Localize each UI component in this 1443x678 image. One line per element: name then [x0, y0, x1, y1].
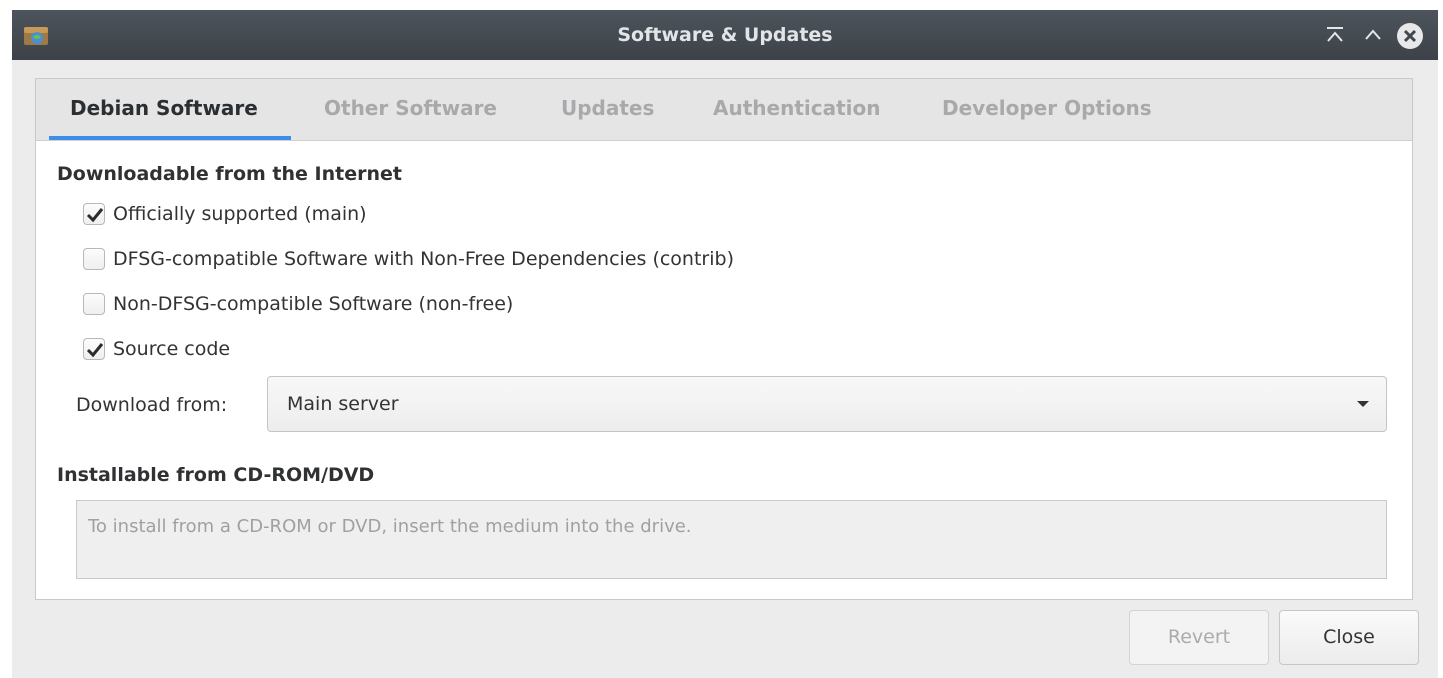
tab-debian-software[interactable]: Debian Software	[70, 96, 258, 120]
checkmark-icon	[86, 343, 104, 358]
source-code-label: Source code	[113, 338, 231, 360]
download-server-dropdown[interactable]: Main server	[267, 376, 1387, 432]
contrib-checkbox[interactable]	[83, 248, 105, 270]
active-tab-indicator	[49, 136, 291, 140]
cdrom-list: To install from a CD-ROM or DVD, insert …	[76, 500, 1387, 579]
tab-other-software[interactable]: Other Software	[324, 96, 497, 120]
contrib-label: DFSG-compatible Software with Non-Free D…	[113, 248, 734, 270]
non-free-checkbox[interactable]	[83, 293, 105, 315]
non-free-label: Non-DFSG-compatible Software (non-free)	[113, 293, 514, 315]
option-main[interactable]: Officially supported (main)	[83, 201, 367, 227]
download-from-label: Download from:	[76, 394, 228, 416]
cdrom-message: To install from a CD-ROM or DVD, insert …	[88, 516, 692, 537]
software-updates-window: Software & Updates Debian Software Other…	[12, 10, 1438, 678]
title-bar[interactable]: Software & Updates	[12, 10, 1438, 60]
main-checkbox[interactable]	[83, 203, 105, 225]
revert-button[interactable]: Revert	[1129, 610, 1269, 665]
maximize-icon[interactable]	[1360, 22, 1386, 48]
internet-section-heading: Downloadable from the Internet	[57, 163, 402, 185]
dropdown-arrow-icon	[1357, 401, 1369, 407]
close-window-icon[interactable]	[1396, 22, 1423, 49]
content-panel: Debian Software Other Software Updates A…	[35, 78, 1413, 600]
main-label: Officially supported (main)	[113, 203, 367, 225]
window-title: Software & Updates	[617, 24, 833, 46]
tab-bar: Debian Software Other Software Updates A…	[36, 79, 1412, 141]
download-server-value: Main server	[287, 393, 399, 415]
close-button[interactable]: Close	[1279, 610, 1419, 665]
checkmark-icon	[86, 208, 104, 223]
cdrom-section-heading: Installable from CD-ROM/DVD	[57, 464, 375, 486]
option-non-free[interactable]: Non-DFSG-compatible Software (non-free)	[83, 291, 513, 317]
tab-developer-options[interactable]: Developer Options	[942, 96, 1152, 120]
minimize-icon[interactable]	[1322, 22, 1348, 48]
tab-updates[interactable]: Updates	[561, 96, 654, 120]
source-code-checkbox[interactable]	[83, 338, 105, 360]
tab-authentication[interactable]: Authentication	[713, 96, 880, 120]
option-contrib[interactable]: DFSG-compatible Software with Non-Free D…	[83, 246, 734, 272]
option-source-code[interactable]: Source code	[83, 336, 230, 362]
